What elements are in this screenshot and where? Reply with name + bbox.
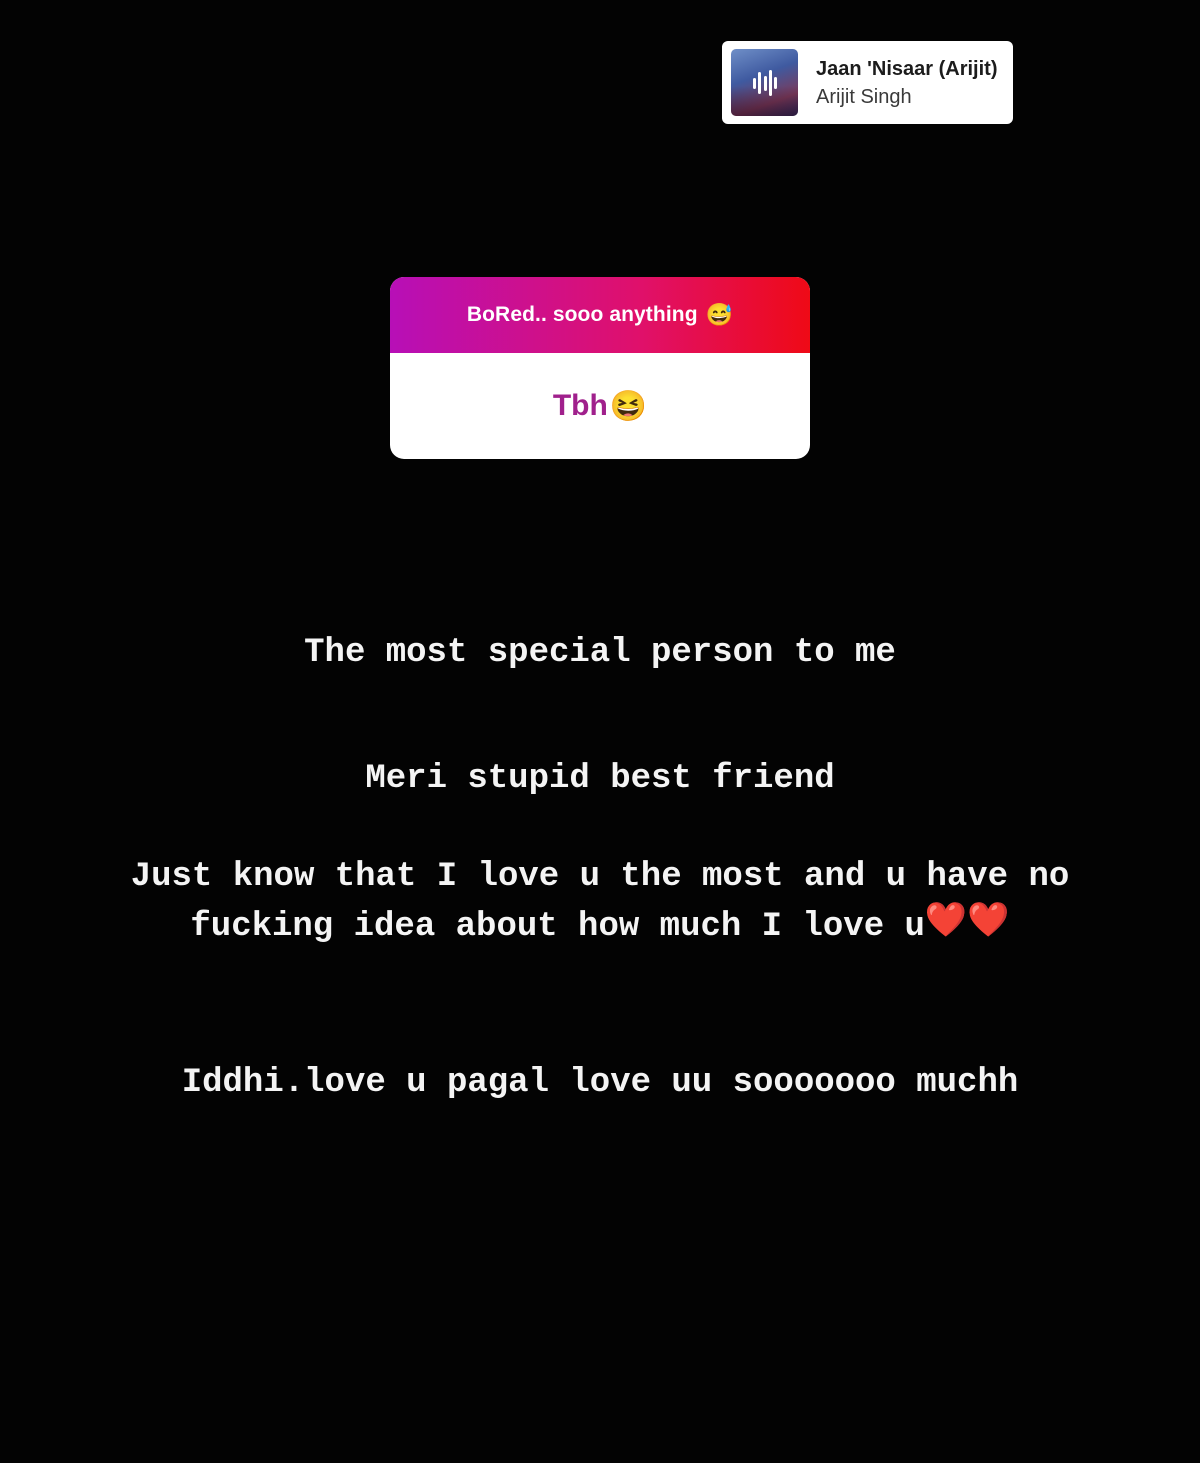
story-text-line-4-text: fucking idea about how much I love u — [190, 908, 925, 946]
red-heart-emoji-icon: ❤️❤️ — [924, 904, 1010, 943]
equalizer-bars-icon — [753, 70, 777, 96]
music-sticker[interactable]: Jaan 'Nisaar (Arijit) Arijit Singh — [722, 41, 1013, 124]
question-prompt-header: BoRed.. sooo anything 😅 — [390, 277, 810, 353]
question-answer: Tbh 😆 — [390, 353, 810, 459]
question-prompt-text: BoRed.. sooo anything — [466, 303, 698, 326]
album-art — [731, 49, 798, 116]
question-answer-text: Tbh — [552, 389, 608, 422]
song-artist: Arijit Singh — [816, 85, 912, 108]
story-text-line-2: Meri stupid best friend — [365, 760, 835, 798]
music-info: Jaan 'Nisaar (Arijit) Arijit Singh — [816, 55, 997, 111]
song-title: Jaan 'Nisaar (Arijit) — [816, 57, 998, 80]
story-text-line-4: fucking idea about how much I love u❤️❤️ — [0, 902, 1200, 952]
sweat-smile-emoji-icon: 😅 — [705, 302, 734, 327]
laughing-emoji-icon: 😆 — [609, 389, 648, 423]
story-text-line-1: The most special person to me — [304, 634, 896, 672]
story-text-line-3: Just know that I love u the most and u h… — [130, 858, 1070, 896]
story-text-line-5: Iddhi.love u pagal love uu sooooooo much… — [181, 1064, 1019, 1102]
question-sticker[interactable]: BoRed.. sooo anything 😅 Tbh 😆 — [390, 277, 810, 459]
